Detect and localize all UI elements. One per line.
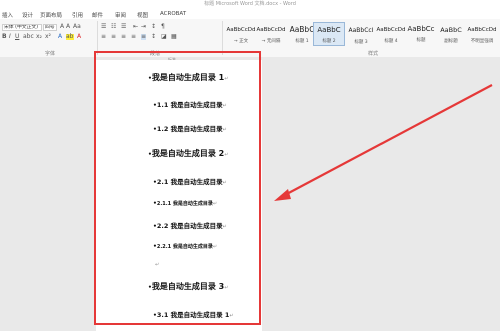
style-subtitle[interactable]: AaBbC 副标题 [435, 22, 467, 46]
bold-icon[interactable]: B [2, 34, 7, 40]
style-name: 不明显强调 [470, 39, 494, 44]
align-center-icon[interactable]: ≡ [111, 34, 116, 40]
style-name: 标题 3 [354, 40, 368, 45]
style-name: 标题 [416, 38, 426, 43]
decrease-indent-icon[interactable]: ⇤ [133, 24, 138, 30]
tab-review[interactable]: 审阅 [115, 11, 126, 19]
style-sample: AaBbC [317, 26, 341, 34]
subscript-icon[interactable]: x₂ [36, 34, 42, 40]
font-group-label: 字体 [45, 51, 56, 57]
style-sample: AaBbCcDd [226, 27, 256, 33]
align-right-icon[interactable]: ≡ [121, 34, 126, 40]
style-name: 副标题 [444, 39, 458, 44]
sort-icon[interactable]: ↕ [151, 24, 156, 30]
font-name-select[interactable]: 宋体 (中文正文) [2, 24, 42, 31]
divider [222, 21, 223, 55]
change-case-icon[interactable]: Aa [73, 24, 81, 30]
borders-icon[interactable]: ▦ [171, 34, 177, 40]
tab-references[interactable]: 引用 [72, 11, 83, 19]
text-effects-icon[interactable]: A [58, 34, 62, 40]
italic-icon[interactable]: I [9, 34, 11, 40]
tab-insert[interactable]: 插入 [2, 11, 13, 19]
styles-group-label: 样式 [368, 51, 379, 57]
style-heading-2[interactable]: AaBbC 标题 2 [313, 22, 345, 46]
numbering-icon[interactable]: ☷ [111, 24, 116, 30]
style-heading-3[interactable]: AaBbCcI 标题 3 [345, 22, 377, 46]
style-title[interactable]: AaBbCc 标题 [405, 22, 437, 46]
style-sample: AaBbCcDd [256, 27, 286, 33]
tab-view[interactable]: 视图 [137, 11, 148, 19]
style-name: → 正文 [233, 39, 249, 44]
show-formatting-icon[interactable]: ¶ [161, 24, 165, 30]
style-subtle-emphasis[interactable]: AaBbCcDd 不明显强调 [466, 22, 498, 46]
style-name: 标题 4 [384, 39, 398, 44]
superscript-icon[interactable]: x² [45, 34, 51, 40]
strikethrough-icon[interactable]: abc [23, 34, 34, 40]
highlight-box [94, 51, 261, 325]
tab-page-layout[interactable]: 页面布局 [40, 11, 62, 19]
style-name: → 无间隔 [261, 39, 281, 44]
distributed-icon[interactable]: ≡ [141, 34, 147, 40]
arrow-shaft [282, 84, 493, 197]
style-sample: AaBbCcI [348, 27, 374, 34]
highlight-color-icon[interactable]: ab [66, 34, 74, 40]
style-sample: AaBbCcDd [376, 27, 406, 33]
style-sample: AaBbCc [407, 25, 435, 33]
justify-icon[interactable]: ≡ [131, 34, 136, 40]
tab-acrobat[interactable]: ACROBAT [160, 11, 186, 17]
style-no-spacing[interactable]: AaBbCcDd → 无间隔 [255, 22, 287, 46]
arrow-head [274, 189, 291, 201]
underline-icon[interactable]: U [15, 34, 19, 40]
grow-font-icon[interactable]: A [60, 24, 64, 30]
divider [97, 21, 98, 55]
font-size-select[interactable]: 四号 [43, 24, 57, 31]
style-normal[interactable]: AaBbCcDd → 正文 [225, 22, 257, 46]
style-heading-4[interactable]: AaBbCcDd 标题 4 [375, 22, 407, 46]
tab-design[interactable]: 设计 [22, 11, 33, 19]
increase-indent-icon[interactable]: ⇥ [141, 24, 146, 30]
ribbon-tabs: 插入 设计 页面布局 引用 邮件 审阅 视图 ACROBAT [0, 9, 500, 19]
window-title: 标题 Microsoft Word 文档.docx - Word [204, 1, 296, 7]
shrink-font-icon[interactable]: A [66, 24, 70, 30]
shading-icon[interactable]: ◪ [161, 34, 167, 40]
style-sample: AaBbC [440, 26, 462, 34]
title-bar: 标题 Microsoft Word 文档.docx - Word [0, 0, 500, 9]
font-color-icon[interactable]: A [77, 34, 81, 40]
align-left-icon[interactable]: ≡ [101, 34, 106, 40]
multilevel-list-icon[interactable]: ☰ [121, 24, 126, 30]
style-name: 标题 2 [322, 39, 336, 44]
style-sample: AaBbCcDd [467, 27, 497, 33]
tab-mailings[interactable]: 邮件 [92, 11, 103, 19]
bullets-icon[interactable]: ☰ [101, 24, 106, 30]
line-spacing-icon[interactable]: ↕ [151, 34, 156, 40]
